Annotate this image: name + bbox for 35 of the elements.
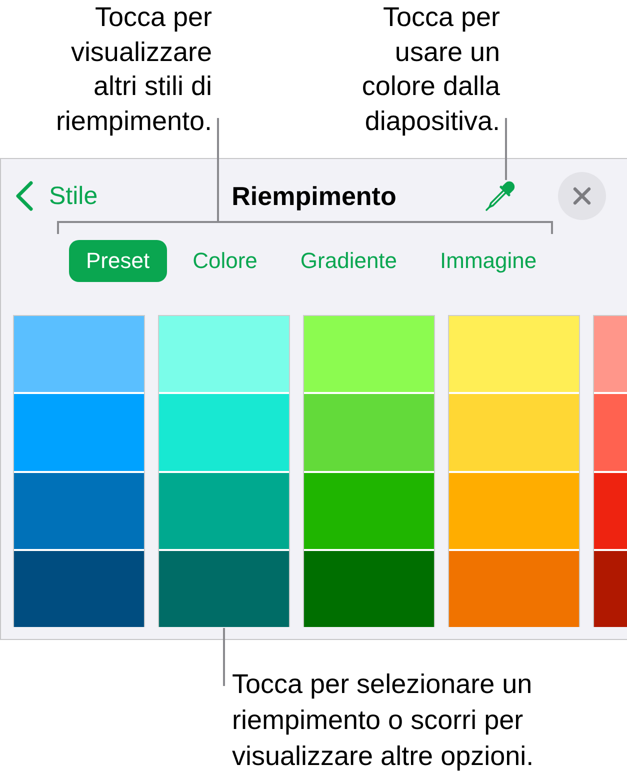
- color-swatch[interactable]: [304, 316, 434, 392]
- color-swatch[interactable]: [304, 550, 434, 627]
- color-swatch[interactable]: [159, 472, 289, 549]
- tab[interactable]: Gradiente: [283, 240, 414, 282]
- color-swatch[interactable]: [594, 550, 627, 627]
- color-swatch[interactable]: [449, 550, 579, 627]
- color-swatch[interactable]: [449, 472, 579, 549]
- callout-text: Tocca per selezionare un riempimento o scorri per visualizzare altre opzioni.: [232, 668, 535, 773]
- callout-text: Tocca per usare un colore dalla diapositiva.: [360, 1, 500, 138]
- eyedropper-icon[interactable]: [484, 180, 516, 212]
- color-swatch[interactable]: [14, 394, 144, 470]
- callout-text: Tocca per visualizzare altri stili di riempimento.: [54, 1, 212, 138]
- close-button[interactable]: [558, 172, 606, 220]
- leader-line: [505, 118, 507, 180]
- tab[interactable]: Immagine: [423, 240, 554, 282]
- color-swatch[interactable]: [594, 316, 627, 392]
- color-swatch[interactable]: [14, 550, 144, 627]
- close-icon: [573, 187, 591, 205]
- color-swatch[interactable]: [304, 472, 434, 549]
- color-swatch[interactable]: [594, 472, 627, 549]
- color-swatch[interactable]: [449, 316, 579, 392]
- color-swatch[interactable]: [304, 394, 434, 470]
- color-swatch[interactable]: [449, 394, 579, 470]
- color-swatch[interactable]: [159, 316, 289, 392]
- tab[interactable]: Colore: [176, 240, 274, 282]
- leader-line: [223, 628, 225, 686]
- color-swatch[interactable]: [159, 550, 289, 627]
- color-swatch[interactable]: [159, 394, 289, 470]
- tab[interactable]: Preset: [69, 240, 167, 282]
- color-swatch[interactable]: [14, 316, 144, 392]
- panel-title: Riempimento: [232, 183, 396, 209]
- back-button[interactable]: Stile: [1, 181, 98, 211]
- chevron-left-icon: [15, 181, 34, 211]
- color-swatch[interactable]: [14, 472, 144, 549]
- color-swatch[interactable]: [594, 394, 627, 470]
